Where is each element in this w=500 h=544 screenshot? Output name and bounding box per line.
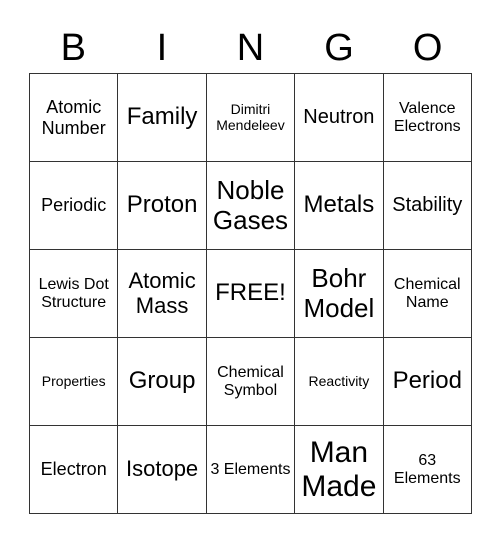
bingo-header: B I N G O [29,28,472,68]
bingo-cell[interactable]: Stability [383,162,472,250]
header-letter-g: G [324,27,354,69]
header-letter-n: N [236,27,265,69]
header-letter-b: B [60,27,86,69]
bingo-cell[interactable]: Metals [295,162,384,250]
bingo-cell[interactable]: Reactivity [295,338,384,426]
header-letter-o: O [412,27,443,69]
bingo-grid: Atomic Number Family Dimitri Mendeleev N… [29,73,472,514]
bingo-cell[interactable]: Proton [118,162,207,250]
free-space-cell[interactable]: FREE! [206,250,296,338]
bingo-cell[interactable]: Noble Gases [206,162,296,250]
bingo-cell[interactable]: 3 Elements [206,426,296,514]
bingo-cell[interactable]: 63 Elements [383,426,472,514]
bingo-cell[interactable]: Family [118,74,207,162]
bingo-cell[interactable]: Atomic Number [30,74,119,162]
bingo-cell[interactable]: Group [118,338,207,426]
bingo-cell[interactable]: Chemical Name [383,250,472,338]
bingo-cell[interactable]: Man Made [295,426,384,514]
bingo-cell[interactable]: Properties [30,338,119,426]
bingo-cell[interactable]: Period [383,338,472,426]
bingo-cell[interactable]: Lewis Dot Structure [30,250,119,338]
bingo-cell[interactable]: Atomic Mass [118,250,207,338]
bingo-cell[interactable]: Periodic [30,162,119,250]
header-letter-i: I [156,27,168,69]
bingo-cell[interactable]: Valence Electrons [383,74,472,162]
bingo-cell[interactable]: Bohr Model [295,250,384,338]
bingo-cell[interactable]: Neutron [295,74,384,162]
bingo-cell[interactable]: Dimitri Mendeleev [206,74,296,162]
bingo-cell[interactable]: Chemical Symbol [206,338,296,426]
bingo-cell[interactable]: Isotope [118,426,207,514]
bingo-cell[interactable]: Electron [30,426,119,514]
